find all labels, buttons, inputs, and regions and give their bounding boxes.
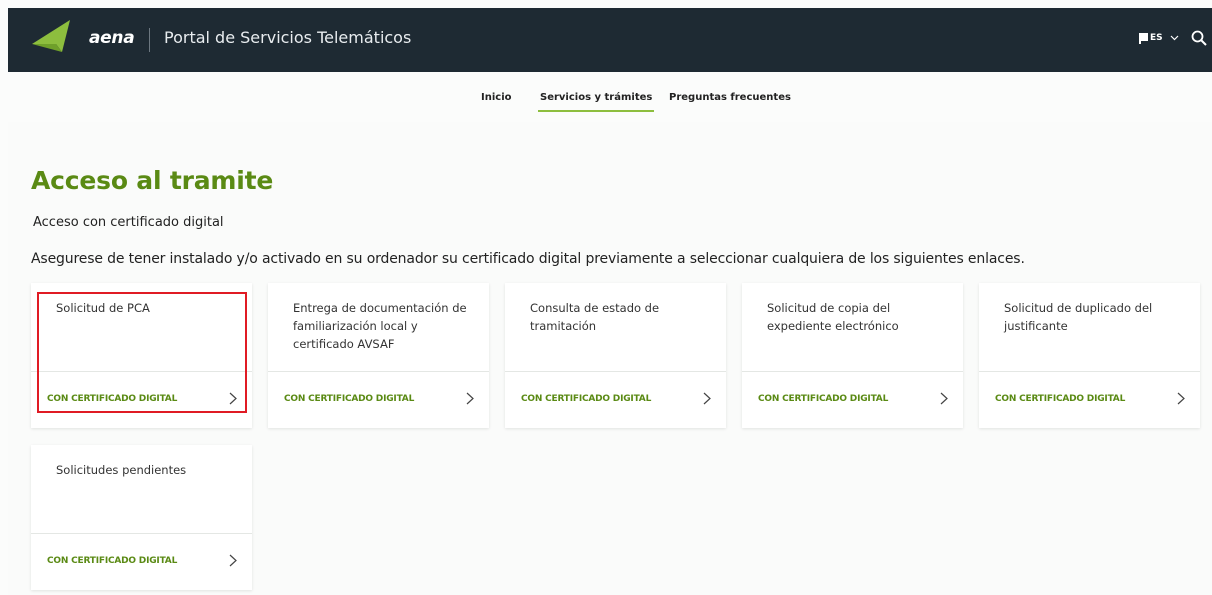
chevron-right-icon[interactable] bbox=[229, 554, 237, 567]
card-footer[interactable]: CON CERTIFICADO DIGITAL bbox=[31, 371, 252, 428]
card-footer[interactable]: CON CERTIFICADO DIGITAL bbox=[979, 371, 1200, 428]
card-duplicado-justificante[interactable]: Solicitud de duplicado del justificante … bbox=[979, 283, 1200, 428]
card-copia-expediente[interactable]: Solicitud de copia del expediente electr… bbox=[742, 283, 963, 428]
chevron-right-icon[interactable] bbox=[703, 392, 711, 405]
chevron-down-icon[interactable] bbox=[1170, 33, 1179, 42]
card-cta-link[interactable]: CON CERTIFICADO DIGITAL bbox=[47, 556, 177, 566]
chevron-right-icon[interactable] bbox=[466, 392, 474, 405]
card-solicitudes-pendientes[interactable]: Solicitudes pendientes CON CERTIFICADO D… bbox=[31, 445, 252, 590]
card-cta-link[interactable]: CON CERTIFICADO DIGITAL bbox=[47, 394, 177, 404]
brand-name[interactable]: aena bbox=[89, 28, 135, 48]
main-nav: Inicio Servicios y trámites Preguntas fr… bbox=[0, 92, 1212, 122]
page-title: Acceso al tramite bbox=[31, 166, 274, 195]
page-subtitle: Acceso con certificado digital bbox=[33, 215, 224, 230]
nav-item-preguntas[interactable]: Preguntas frecuentes bbox=[669, 92, 791, 103]
card-footer[interactable]: CON CERTIFICADO DIGITAL bbox=[742, 371, 963, 428]
portal-title: Portal de Servicios Telemáticos bbox=[164, 28, 412, 47]
card-consulta-estado[interactable]: Consulta de estado de tramitación CON CE… bbox=[505, 283, 726, 428]
card-title: Solicitudes pendientes bbox=[56, 463, 187, 477]
card-cta-link[interactable]: CON CERTIFICADO DIGITAL bbox=[995, 394, 1125, 404]
page-description: Asegurese de tener instalado y/o activad… bbox=[31, 251, 1025, 267]
chevron-right-icon[interactable] bbox=[940, 392, 948, 405]
card-title: Entrega de documentación de familiarizac… bbox=[293, 301, 467, 351]
card-footer[interactable]: CON CERTIFICADO DIGITAL bbox=[31, 533, 252, 590]
aena-logo-icon[interactable] bbox=[30, 14, 80, 60]
card-title: Solicitud de duplicado del justificante bbox=[1004, 301, 1153, 333]
card-title: Solicitud de PCA bbox=[56, 301, 150, 315]
nav-item-servicios[interactable]: Servicios y trámites bbox=[537, 92, 655, 112]
card-cta-link[interactable]: CON CERTIFICADO DIGITAL bbox=[284, 394, 414, 404]
search-icon[interactable] bbox=[1191, 30, 1207, 46]
card-entrega-documentacion[interactable]: Entrega de documentación de familiarizac… bbox=[268, 283, 489, 428]
nav-item-inicio[interactable]: Inicio bbox=[481, 92, 512, 103]
flag-icon bbox=[1139, 33, 1148, 44]
card-footer[interactable]: CON CERTIFICADO DIGITAL bbox=[505, 371, 726, 428]
chevron-right-icon[interactable] bbox=[229, 392, 237, 405]
card-cta-link[interactable]: CON CERTIFICADO DIGITAL bbox=[758, 394, 888, 404]
card-title: Consulta de estado de tramitación bbox=[530, 301, 660, 333]
card-solicitud-pca[interactable]: Solicitud de PCA CON CERTIFICADO DIGITAL bbox=[31, 283, 252, 428]
header-divider bbox=[149, 28, 150, 52]
language-selector[interactable]: ES bbox=[1150, 33, 1163, 43]
card-cta-link[interactable]: CON CERTIFICADO DIGITAL bbox=[521, 394, 651, 404]
top-bar: aena Portal de Servicios Telemáticos ES bbox=[8, 8, 1212, 72]
chevron-right-icon[interactable] bbox=[1177, 392, 1185, 405]
card-title: Solicitud de copia del expediente electr… bbox=[767, 301, 899, 333]
card-footer[interactable]: CON CERTIFICADO DIGITAL bbox=[268, 371, 489, 428]
